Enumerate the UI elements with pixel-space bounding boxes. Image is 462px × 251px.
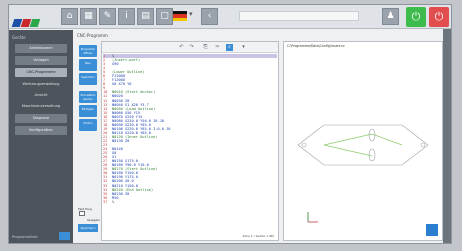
simulate-button[interactable]: Simulation starten	[79, 91, 97, 103]
user-button[interactable]: ♟	[382, 8, 399, 25]
nav-item-ansicht[interactable]: Ansicht	[15, 91, 67, 99]
cancel-button[interactable]: ⏻	[429, 7, 449, 27]
lower-slot	[368, 148, 376, 162]
code-editor[interactable]: ↶ ↷ ⎘ ✂ ⌕ ▾ 1% 2 (Insert-part) 3 G90 4 5 (Lower…	[101, 41, 279, 241]
logo-mark-green	[29, 19, 41, 27]
toolpath-line-1	[323, 133, 373, 146]
nav-item-cnc-programme[interactable]: CNC-Programme	[15, 68, 67, 77]
calculator-button[interactable]: ▤	[137, 8, 154, 25]
line-text: G0 X70 Y0	[112, 82, 132, 87]
insert-button[interactable]: Einfügen	[79, 105, 97, 117]
line-number: 37	[103, 199, 108, 204]
preview-view-button[interactable]	[426, 224, 438, 236]
redo-icon[interactable]: ↷	[188, 44, 195, 51]
application-window: ⌂ ▦ ✎ i ▤ ▢ ▾ ‹ ♟ ⏻ ⏻ Geräte Artikelstam…	[8, 4, 452, 244]
monitor-frame: ⌂ ▦ ✎ i ▤ ▢ ▾ ‹ ♟ ⏻ ⏻ Geräte Artikelstam…	[0, 0, 462, 251]
nav-item-werkzeug[interactable]: Werkzeugverwaltung	[15, 80, 67, 88]
line-text: N0130 Z0	[112, 138, 130, 143]
top-input-field[interactable]	[239, 11, 359, 21]
nav-item-diagnose[interactable]: Diagnose	[15, 114, 67, 123]
nav-item-artikelstamm[interactable]: Artikelstamm	[15, 44, 67, 53]
language-dropdown-caret[interactable]: ▾	[189, 10, 193, 18]
left-navigation: Geräte Artikelstamm Vorlagen CNC-Program…	[9, 30, 73, 243]
right-hole	[420, 142, 426, 148]
save-button[interactable]: Speichern	[79, 73, 97, 85]
toolpath-line-2	[323, 144, 373, 157]
new-button[interactable]: Neu	[79, 59, 97, 71]
bottom-save-button[interactable]: Speichern	[78, 224, 98, 232]
toolpath-line-3	[371, 133, 403, 146]
nav-header: Geräte	[12, 35, 26, 40]
line-text: G90	[112, 62, 119, 67]
toolpath-preview[interactable]: C:\Programme\Data\Config\Insert.nc	[283, 41, 443, 241]
nav-item-maschinen[interactable]: Maschinenverwaltung	[15, 102, 67, 110]
grid-button[interactable]: ▦	[80, 8, 97, 25]
nav-item-konfiguration[interactable]: Konfiguration	[15, 126, 67, 135]
code-lines[interactable]: 1% 2 (Insert-part) 3 G90 4 5 (Lower Outline) 6 F1…	[103, 54, 277, 204]
nav-footer-button[interactable]	[59, 232, 70, 240]
left-hole	[301, 142, 307, 148]
nav-item-vorlagen[interactable]: Vorlagen	[15, 56, 67, 65]
nav-footer-label: Programmliste	[12, 235, 38, 239]
code-line[interactable]: 37%	[103, 200, 277, 204]
open-program-button[interactable]: Programm öffnen	[79, 45, 97, 57]
info-button[interactable]: i	[118, 8, 135, 25]
panel-title: CNC-Programm	[77, 33, 108, 38]
german-flag-icon[interactable]	[173, 11, 187, 21]
line-text: %	[112, 199, 115, 204]
editor-status: Zeile 1 / Spalte 1 INS	[242, 234, 274, 238]
copy-icon[interactable]: ⎘	[202, 44, 209, 51]
lock-button[interactable]: ▢	[156, 8, 173, 25]
check-button[interactable]: Prüfen	[79, 119, 97, 131]
flag-stripe-gold	[173, 17, 187, 21]
brand-logo	[11, 12, 49, 27]
right-scrollbar[interactable]	[443, 29, 451, 243]
part-outline	[297, 124, 429, 166]
cut-icon[interactable]: ✂	[214, 44, 221, 51]
part-outline-graphic	[297, 124, 429, 223]
main-toolbar: ⌂ ▦ ✎ i ▤ ▢ ▾ ‹ ♟ ⏻ ⏻	[9, 5, 451, 29]
undo-icon[interactable]: ↶	[178, 44, 185, 51]
accept-button[interactable]: ⏻	[406, 7, 426, 27]
mirror-label: Spiegeln	[87, 218, 100, 222]
back-button[interactable]: ‹	[201, 8, 218, 25]
fast-prog-checkbox[interactable]	[79, 211, 85, 216]
bookmark-icon[interactable]: ▾	[240, 44, 247, 51]
editor-toolbar: ↶ ↷ ⎘ ✂ ⌕ ▾	[102, 42, 278, 53]
home-button[interactable]: ⌂	[61, 8, 78, 25]
tools-button[interactable]: ✎	[99, 8, 116, 25]
search-icon[interactable]: ⌕	[226, 44, 233, 51]
